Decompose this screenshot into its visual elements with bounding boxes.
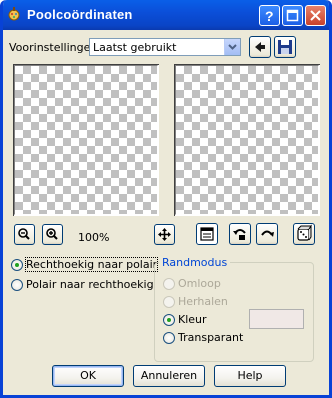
radio-repeat [163, 296, 175, 308]
option-transparent-label[interactable]: Transparant [178, 331, 243, 344]
preview-toggle-button[interactable] [196, 223, 218, 245]
move-arrows-icon [158, 228, 171, 241]
redo-icon [261, 230, 274, 237]
undo-button[interactable] [229, 223, 251, 245]
window-title: Poolcoördinaten [27, 7, 133, 22]
app-icon [6, 6, 22, 22]
presets-label: Voorinstellingen: [9, 41, 102, 54]
option-rect-to-polar-label[interactable]: Rechthoekig naar polair [24, 257, 159, 272]
redo-button[interactable] [256, 223, 278, 245]
svg-text:?: ? [265, 8, 274, 24]
edge-mode-legend: Randmodus [159, 256, 231, 269]
zoom-out-button[interactable] [14, 224, 35, 245]
cancel-button[interactable]: Annuleren [133, 365, 205, 387]
edge-color-swatch[interactable] [249, 309, 304, 329]
save-preset-button[interactable] [274, 36, 296, 58]
help-title-button[interactable]: ? [259, 5, 280, 26]
help-button[interactable]: Help [214, 365, 286, 387]
radio-wrap [163, 278, 175, 290]
question-icon: ? [265, 8, 274, 24]
zoom-level: 100% [78, 231, 110, 244]
floppy-disk-icon [278, 40, 292, 54]
presets-dropdown[interactable]: Laatst gebruikt [89, 38, 241, 56]
zoom-in-icon [46, 228, 58, 240]
option-wrap-label: Omloop [178, 277, 221, 290]
radio-color[interactable] [163, 314, 175, 326]
reset-preset-button[interactable] [249, 36, 271, 58]
close-icon [310, 10, 321, 21]
presets-selected-value: Laatst gebruikt [93, 41, 177, 54]
maximize-button[interactable] [282, 5, 303, 26]
preview-window-icon [200, 227, 214, 241]
zoom-in-button[interactable] [42, 224, 63, 245]
title-bar[interactable]: Poolcoördinaten ? [3, 0, 329, 30]
result-preview [174, 64, 320, 216]
dice-icon [297, 224, 312, 241]
radio-polar-to-rect[interactable] [11, 279, 23, 291]
zoom-out-icon [18, 228, 30, 240]
reset-arrow-icon [255, 42, 265, 52]
radio-selected-dot [15, 263, 19, 267]
ok-button[interactable]: OK [52, 365, 124, 387]
maximize-icon [286, 9, 299, 22]
chevron-down-icon[interactable] [224, 39, 240, 55]
pan-button[interactable] [154, 224, 175, 245]
radio-selected-dot [167, 318, 171, 322]
close-button[interactable] [305, 5, 326, 26]
undo-icon [233, 229, 246, 240]
option-polar-to-rect-label[interactable]: Polair naar rechthoekig [26, 278, 154, 291]
radio-transparent[interactable] [163, 332, 175, 344]
option-repeat-label: Herhalen [178, 295, 228, 308]
randomize-button[interactable] [293, 223, 315, 245]
radio-rect-to-polar[interactable] [11, 259, 23, 271]
option-color-label[interactable]: Kleur [178, 313, 207, 326]
source-preview[interactable] [13, 64, 159, 216]
